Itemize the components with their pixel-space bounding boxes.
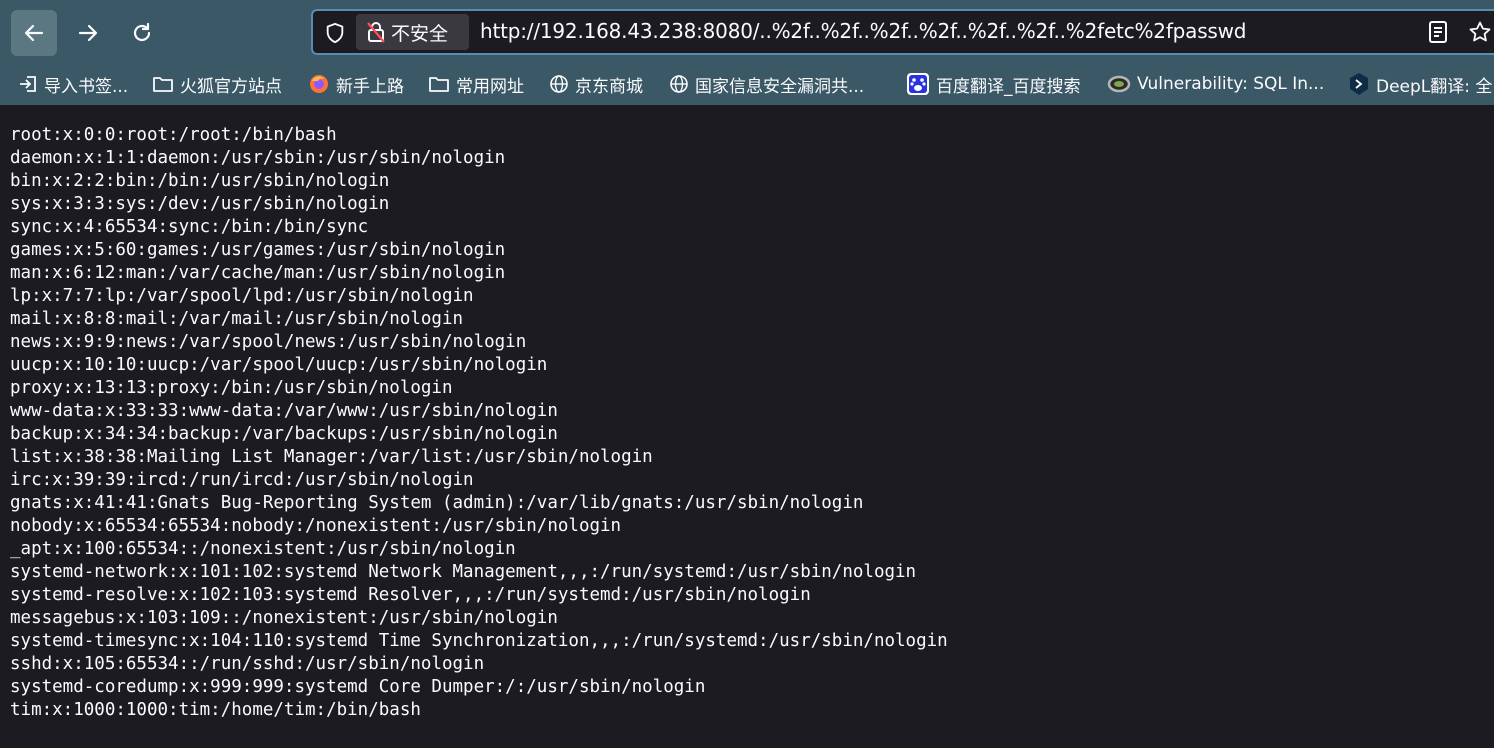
bookmark-label: 新手上路: [336, 76, 404, 97]
bookmark-star-icon[interactable]: [1467, 19, 1493, 45]
passwd-line: games:x:5:60:games:/usr/games:/usr/sbin/…: [10, 240, 506, 260]
arrow-right-icon: [78, 24, 98, 42]
globe-icon: [669, 74, 689, 94]
bookmark-label: 国家信息安全漏洞共...: [695, 76, 865, 97]
shield-icon: [326, 22, 344, 44]
passwd-line: gnats:x:41:41:Gnats Bug-Reporting System…: [10, 493, 864, 513]
passwd-line: proxy:x:13:13:proxy:/bin:/usr/sbin/nolog…: [10, 378, 453, 398]
folder-icon: [428, 74, 450, 94]
bookmark-label: 常用网址: [456, 76, 524, 97]
arrow-left-icon: [24, 24, 44, 42]
passwd-line: sshd:x:105:65534::/run/sshd:/usr/sbin/no…: [10, 654, 485, 674]
bookmark-label: 火狐官方站点: [180, 76, 282, 97]
tracking-protection-button[interactable]: [321, 19, 349, 47]
back-button[interactable]: [11, 10, 57, 56]
baidu-icon: [906, 72, 930, 96]
bookmark-baidu-translate[interactable]: 百度翻译_百度搜索: [906, 71, 1081, 97]
dvwa-icon: [1107, 73, 1131, 95]
deepl-icon: [1348, 72, 1370, 96]
bookmark-label: 京东商城: [575, 76, 643, 97]
browser-toolbar: 不安全 http://192.168.43.238:8080/..%2f..%2…: [0, 0, 1494, 64]
passwd-line: _apt:x:100:65534::/nonexistent:/usr/sbin…: [10, 539, 516, 559]
passwd-line: systemd-timesync:x:104:110:systemd Time …: [10, 631, 948, 651]
bookmark-label: DeepL翻译: 全: [1376, 76, 1493, 97]
bookmark-common-sites[interactable]: 常用网址: [428, 71, 524, 97]
passwd-line: backup:x:34:34:backup:/var/backups:/usr/…: [10, 424, 558, 444]
firefox-icon: [308, 73, 330, 95]
page-content: root:x:0:0:root:/root:/bin/bash daemon:x…: [10, 124, 1480, 734]
bookmark-firefox-official[interactable]: 火狐官方站点: [152, 71, 282, 97]
bookmark-import[interactable]: 导入书签...: [18, 71, 128, 97]
address-bar[interactable]: 不安全 http://192.168.43.238:8080/..%2f..%2…: [311, 9, 1494, 55]
passwd-line: sync:x:4:65534:sync:/bin:/bin/sync: [10, 217, 369, 237]
bookmark-dvwa[interactable]: Vulnerability: SQL In...: [1107, 71, 1324, 97]
insecure-lock-icon: [365, 20, 387, 44]
passwd-line: bin:x:2:2:bin:/bin:/usr/sbin/nologin: [10, 171, 390, 191]
passwd-line: systemd-resolve:x:102:103:systemd Resolv…: [10, 585, 811, 605]
bookmark-cnnvd[interactable]: 国家信息安全漏洞共...: [669, 71, 864, 97]
site-security-indicator[interactable]: 不安全: [356, 14, 469, 50]
url-text[interactable]: http://192.168.43.238:8080/..%2f..%2f..%…: [480, 19, 1247, 43]
passwd-line: news:x:9:9:news:/var/spool/news:/usr/sbi…: [10, 332, 527, 352]
security-label: 不安全: [391, 22, 449, 45]
bookmark-label: Vulnerability: SQL In...: [1137, 74, 1325, 94]
passwd-line: messagebus:x:103:109::/nonexistent:/usr/…: [10, 608, 558, 628]
folder-icon: [152, 74, 174, 94]
passwd-line: mail:x:8:8:mail:/var/mail:/usr/sbin/nolo…: [10, 309, 464, 329]
passwd-line: list:x:38:38:Mailing List Manager:/var/l…: [10, 447, 653, 467]
passwd-line: man:x:6:12:man:/var/cache/man:/usr/sbin/…: [10, 263, 506, 283]
bookmark-label: 导入书签...: [44, 76, 129, 97]
passwd-line: lp:x:7:7:lp:/var/spool/lpd:/usr/sbin/nol…: [10, 286, 474, 306]
passwd-line: root:x:0:0:root:/root:/bin/bash: [10, 125, 337, 145]
bookmark-label: 百度翻译_百度搜索: [936, 76, 1081, 97]
passwd-line: systemd-network:x:101:102:systemd Networ…: [10, 562, 917, 582]
reader-view-icon[interactable]: [1426, 20, 1450, 44]
reload-icon: [133, 22, 151, 42]
passwd-line: daemon:x:1:1:daemon:/usr/sbin:/usr/sbin/…: [10, 148, 506, 168]
passwd-line: uucp:x:10:10:uucp:/var/spool/uucp:/usr/s…: [10, 355, 548, 375]
import-icon: [18, 74, 38, 94]
bookmark-jd[interactable]: 京东商城: [549, 71, 643, 97]
passwd-line: systemd-coredump:x:999:999:systemd Core …: [10, 677, 706, 697]
bookmarks-toolbar: 导入书签... 火狐官方站点 新手上路 常用网址 京东商城 国家信息安全漏洞共.…: [0, 64, 1494, 105]
passwd-line: www-data:x:33:33:www-data:/var/www:/usr/…: [10, 401, 558, 421]
passwd-line: irc:x:39:39:ircd:/run/ircd:/usr/sbin/nol…: [10, 470, 474, 490]
passwd-line: tim:x:1000:1000:tim:/home/tim:/bin/bash: [10, 700, 421, 720]
forward-button[interactable]: [65, 10, 111, 56]
bookmark-getting-started[interactable]: 新手上路: [308, 71, 404, 97]
globe-icon: [549, 74, 569, 94]
reload-button[interactable]: [119, 10, 165, 56]
bookmark-deepl[interactable]: DeepL翻译: 全: [1348, 71, 1492, 97]
passwd-line: sys:x:3:3:sys:/dev:/usr/sbin/nologin: [10, 194, 390, 214]
passwd-line: nobody:x:65534:65534:nobody:/nonexistent…: [10, 516, 622, 536]
